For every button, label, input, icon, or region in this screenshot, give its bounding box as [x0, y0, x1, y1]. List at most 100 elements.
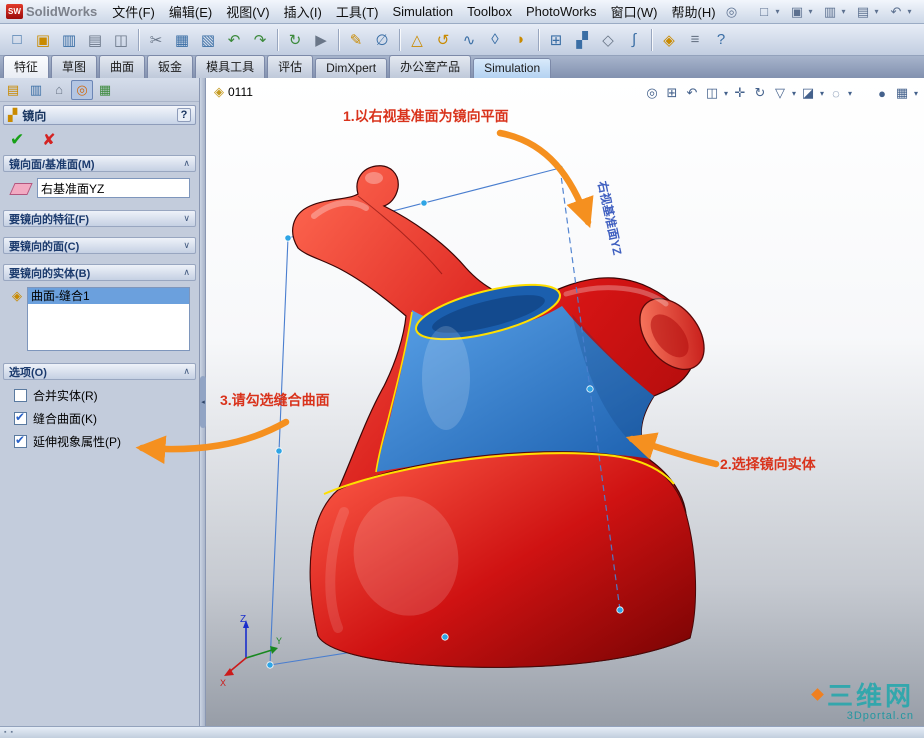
features-section-header[interactable]: 要镜向的特征(F) ∨: [3, 210, 196, 227]
list-item-surface-knit[interactable]: 曲面-缝合1: [28, 288, 189, 304]
expand-chevron-icon[interactable]: ∨: [183, 240, 190, 251]
menu-edit[interactable]: 编辑(E): [162, 0, 219, 24]
collapse-chevron-icon[interactable]: ∧: [183, 267, 190, 278]
mirror-plane-section-header[interactable]: 镜向面/基准面(M) ∧: [3, 155, 196, 172]
help-icon[interactable]: ?: [709, 28, 733, 52]
options-icon[interactable]: ≡: [683, 28, 707, 52]
apply-scene-icon[interactable]: ▦: [892, 83, 912, 103]
mirror-plane-input[interactable]: [37, 178, 190, 198]
collapse-chevron-icon[interactable]: ∧: [183, 366, 190, 377]
zoom-area-icon[interactable]: ⊞: [662, 83, 682, 103]
hide-show-items-icon[interactable]: ◌: [826, 83, 846, 103]
mirror-icon[interactable]: ▞: [570, 28, 594, 52]
option-merge-bodies[interactable]: 合并实体(R): [5, 384, 194, 407]
save-dropdown-caret-icon[interactable]: ▾: [839, 7, 848, 16]
print-dropdown-caret-icon[interactable]: ▾: [872, 7, 881, 16]
hide-show-items-caret-icon[interactable]: ▾: [846, 89, 854, 98]
menu-simulation[interactable]: Simulation: [385, 1, 460, 22]
print-icon[interactable]: ▤: [83, 28, 107, 52]
new-icon[interactable]: □: [5, 28, 29, 52]
smart-dimension-icon[interactable]: ∅: [370, 28, 394, 52]
curves-icon[interactable]: ∫: [622, 28, 646, 52]
displaymanager-tab-icon[interactable]: ▦: [94, 80, 116, 100]
undo-dropdown-caret-icon[interactable]: ▾: [905, 7, 914, 16]
tab-features[interactable]: 特征: [3, 55, 50, 78]
configurationmanager-tab-icon[interactable]: ⌂: [48, 80, 70, 100]
cancel-button[interactable]: ✘: [42, 130, 55, 150]
bodies-selection-list[interactable]: 曲面-缝合1: [27, 287, 190, 351]
save-icon[interactable]: ▥: [821, 3, 839, 21]
merge-bodies-checkbox[interactable]: [14, 389, 27, 402]
menu-view[interactable]: 视图(V): [219, 0, 276, 24]
option-knit-surfaces[interactable]: 缝合曲面(K): [5, 407, 194, 430]
options-section-header[interactable]: 选项(O) ∧: [3, 363, 196, 380]
menu-help[interactable]: 帮助(H): [665, 0, 723, 24]
tab-simulation[interactable]: Simulation: [473, 58, 552, 78]
dimxpertmanager-tab-icon[interactable]: ◎: [71, 79, 93, 100]
reference-geometry-icon[interactable]: ◇: [596, 28, 620, 52]
menu-tools[interactable]: 工具(T): [329, 0, 386, 24]
lofted-boss-icon[interactable]: ◊: [483, 28, 507, 52]
featuremanager-tree-tab-icon[interactable]: ▤: [2, 80, 24, 100]
tab-dimxpert[interactable]: DimXpert: [315, 58, 388, 78]
tab-sketch[interactable]: 草图: [51, 55, 98, 78]
tab-sheet-metal[interactable]: 钣金: [147, 55, 194, 78]
menu-photoworks[interactable]: PhotoWorks: [519, 1, 604, 22]
zoom-fit-icon[interactable]: ◎: [642, 83, 662, 103]
propertymanager-tab-icon[interactable]: ▥: [25, 80, 47, 100]
option-propagate-visual-properties[interactable]: 延伸视象属性(P): [5, 430, 194, 453]
graphics-viewport[interactable]: ◈ 0111 ◎ ⊞ ↶ ◫ ▾ ✛ ↻ ▽ ▾ ◪ ▾ ◌ ▾ ● ▦ ▾ 右…: [206, 78, 924, 726]
print-preview-icon[interactable]: ◫: [109, 28, 133, 52]
new-document-icon[interactable]: □: [755, 3, 773, 21]
tab-evaluate[interactable]: 评估: [267, 55, 314, 78]
plane-name-label[interactable]: 右视基准面YZ: [595, 179, 626, 257]
open-dropdown-caret-icon[interactable]: ▾: [806, 7, 815, 16]
faces-section-header[interactable]: 要镜向的面(C) ∨: [3, 237, 196, 254]
help-button[interactable]: ?: [177, 108, 191, 122]
new-dropdown-caret-icon[interactable]: ▾: [773, 7, 782, 16]
expand-chevron-icon[interactable]: ∨: [183, 213, 190, 224]
cut-icon[interactable]: ✂: [144, 28, 168, 52]
tab-surfaces[interactable]: 曲面: [99, 55, 146, 78]
pan-icon[interactable]: ✛: [730, 83, 750, 103]
menu-window[interactable]: 窗口(W): [604, 0, 665, 24]
tab-office-products[interactable]: 办公室产品: [389, 55, 472, 78]
apply-scene-caret-icon[interactable]: ▾: [912, 89, 920, 98]
menu-insert[interactable]: 插入(I): [277, 0, 329, 24]
print-icon[interactable]: ▤: [854, 3, 872, 21]
instant3d-icon[interactable]: ◈: [657, 28, 681, 52]
redo-icon[interactable]: ↷: [248, 28, 272, 52]
solidworks-search-icon[interactable]: ◎: [723, 3, 741, 21]
view-orientation-caret-icon[interactable]: ▾: [790, 89, 798, 98]
propagate-visual-properties-checkbox[interactable]: [14, 433, 27, 448]
bodies-section-header[interactable]: 要镜向的实体(B) ∧: [3, 264, 196, 281]
tab-mold-tools[interactable]: 模具工具: [195, 55, 266, 78]
copy-icon[interactable]: ▦: [170, 28, 194, 52]
sketch-icon[interactable]: ✎: [344, 28, 368, 52]
menu-toolbox[interactable]: Toolbox: [460, 1, 519, 22]
undo-icon[interactable]: ↶: [222, 28, 246, 52]
section-view-caret-icon[interactable]: ▾: [722, 89, 730, 98]
select-icon[interactable]: ▶: [309, 28, 333, 52]
open-document-icon[interactable]: ▣: [788, 3, 806, 21]
open-icon[interactable]: ▣: [31, 28, 55, 52]
edit-appearance-icon[interactable]: ●: [872, 83, 892, 103]
fillet-icon[interactable]: ◗: [509, 28, 533, 52]
menu-file[interactable]: 文件(F): [105, 0, 162, 24]
paste-icon[interactable]: ▧: [196, 28, 220, 52]
extruded-boss-icon[interactable]: △: [405, 28, 429, 52]
view-orientation-icon[interactable]: ▽: [770, 83, 790, 103]
knit-surfaces-checkbox[interactable]: [14, 410, 27, 425]
linear-pattern-icon[interactable]: ⊞: [544, 28, 568, 52]
save-icon[interactable]: ▥: [57, 28, 81, 52]
ok-button[interactable]: ✔: [10, 130, 24, 150]
display-style-caret-icon[interactable]: ▾: [818, 89, 826, 98]
rebuild-icon[interactable]: ↻: [283, 28, 307, 52]
collapse-chevron-icon[interactable]: ∧: [183, 158, 190, 169]
previous-view-icon[interactable]: ↶: [682, 83, 702, 103]
revolved-boss-icon[interactable]: ↺: [431, 28, 455, 52]
swept-boss-icon[interactable]: ∿: [457, 28, 481, 52]
section-view-icon[interactable]: ◫: [702, 83, 722, 103]
display-style-icon[interactable]: ◪: [798, 83, 818, 103]
undo-icon[interactable]: ↶: [887, 3, 905, 21]
